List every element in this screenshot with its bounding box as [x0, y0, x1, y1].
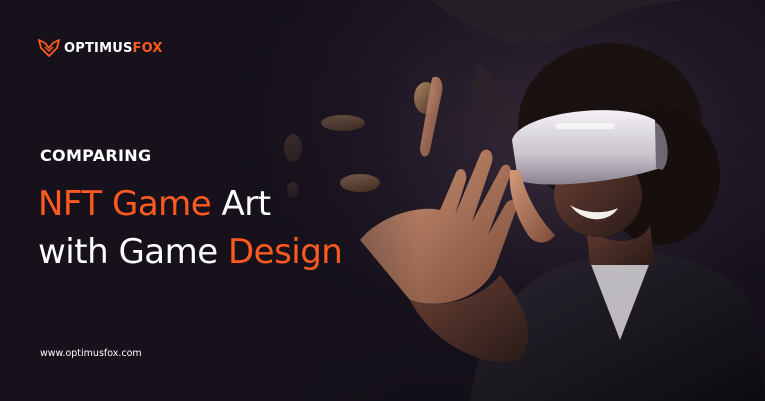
fox-logo-icon	[38, 39, 60, 57]
headline-line-1: NFT Game Art	[38, 180, 342, 228]
brand-name-part2: FOX	[132, 40, 163, 56]
headline-title: NFT Game Art with Game Design	[38, 180, 343, 276]
headline-line-2: with Game Design	[38, 228, 343, 276]
brand-name-part1: OPTIMUS	[64, 40, 133, 56]
brand-name: OPTIMUSFOX	[64, 41, 163, 56]
headline-text-1: Art	[211, 184, 272, 224]
headline-kicker: COMPARING	[40, 146, 152, 165]
headline-text-2: with Game	[38, 232, 228, 272]
headline-highlight-2: Design	[227, 232, 343, 272]
website-link[interactable]: www.optimusfox.com	[40, 348, 142, 359]
hero-banner: OPTIMUSFOX COMPARING NFT Game Art with G…	[0, 0, 765, 401]
brand-logo[interactable]: OPTIMUSFOX	[38, 37, 163, 59]
headline-highlight-1: NFT Game	[38, 184, 212, 224]
